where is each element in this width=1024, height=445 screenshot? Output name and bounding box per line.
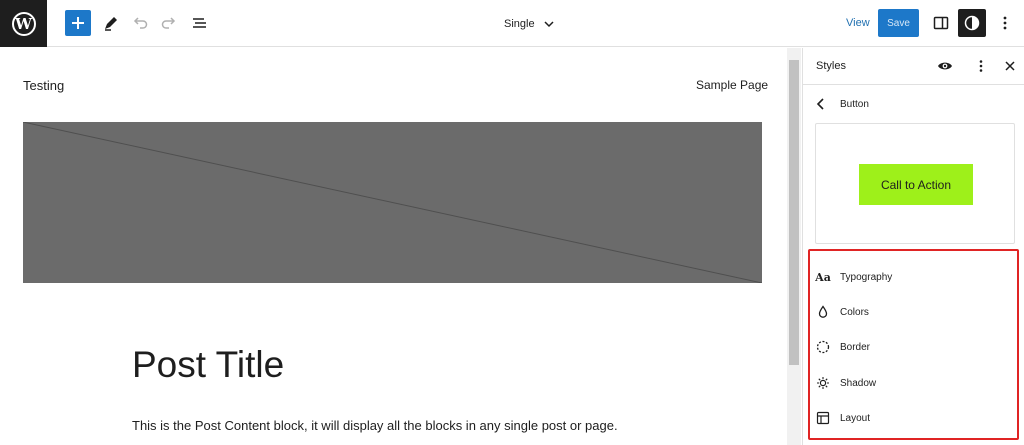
featured-image-placeholder[interactable] [23,122,762,283]
redo-button[interactable] [157,11,181,35]
eye-icon [938,62,952,70]
contrast-icon [964,15,980,31]
wordpress-logo-button[interactable]: W [0,0,47,47]
list-view-button[interactable] [187,11,211,35]
placeholder-diagonal [23,122,762,283]
style-book-button[interactable] [935,56,955,76]
border-icon [815,339,831,355]
sidebar-title: Styles [816,60,846,72]
canvas-scrollbar-thumb[interactable] [789,60,799,365]
menu-item-border[interactable]: Border [815,334,1010,360]
save-button[interactable]: Save [878,9,919,37]
document-title-dropdown[interactable]: Single [504,0,555,47]
typography-icon: Aa [815,269,831,285]
menu-item-label: Colors [840,306,869,318]
sidebar-header: Styles [803,48,1024,85]
post-content[interactable]: This is the Post Content block, it will … [132,418,618,433]
undo-button[interactable] [128,11,152,35]
pencil-icon [105,17,117,31]
layout-icon [815,410,831,426]
site-title[interactable]: Testing [23,78,64,93]
editor-header: W Single View Save [0,0,1024,47]
document-title: Single [504,17,535,30]
chevron-left-icon [816,98,824,110]
menu-item-shadow[interactable]: Shadow [815,370,1010,396]
typography-icon-glyph: Aa [815,270,831,284]
close-icon [1005,61,1015,71]
shadow-icon [815,375,831,391]
editor-canvas[interactable]: Testing Sample Page Post Title This is t… [0,48,787,445]
redo-icon [161,17,176,29]
post-title[interactable]: Post Title [132,344,284,386]
menu-item-colors[interactable]: Colors [815,299,1010,325]
chevron-down-icon [544,20,554,27]
block-name: Button [840,98,869,110]
menu-item-typography[interactable]: Aa Typography [815,264,1010,290]
plus-icon [72,17,84,29]
menu-item-label: Border [840,341,871,353]
close-sidebar-button[interactable] [1000,56,1020,76]
undo-icon [133,17,148,29]
more-vertical-icon [1003,16,1007,30]
block-style-preview: Call to Action [815,123,1015,244]
settings-sidebar-button[interactable] [929,11,953,35]
styles-sidebar: Styles Button Call to Action Aa Typograp… [802,48,1024,445]
list-view-icon [193,18,206,28]
add-block-button[interactable] [65,10,91,36]
options-button[interactable] [993,11,1017,35]
wordpress-logo-letter: W [15,14,32,33]
menu-item-label: Shadow [840,377,877,389]
wordpress-logo-icon: W [11,11,36,36]
menu-item-label: Layout [840,412,871,424]
colors-icon [815,304,831,320]
preview-cta-button: Call to Action [859,164,973,205]
menu-item-label: Typography [840,271,893,283]
view-link[interactable]: View [846,17,870,29]
back-to-blocks-button[interactable]: Button [816,96,869,112]
sidebar-options-button[interactable] [971,56,991,76]
styles-button[interactable] [958,9,986,37]
sidebar-icon [933,16,949,30]
tools-button[interactable] [99,11,123,35]
menu-item-layout[interactable]: Layout [815,405,1010,431]
navigation-link[interactable]: Sample Page [696,78,768,92]
more-vertical-icon [979,60,983,72]
